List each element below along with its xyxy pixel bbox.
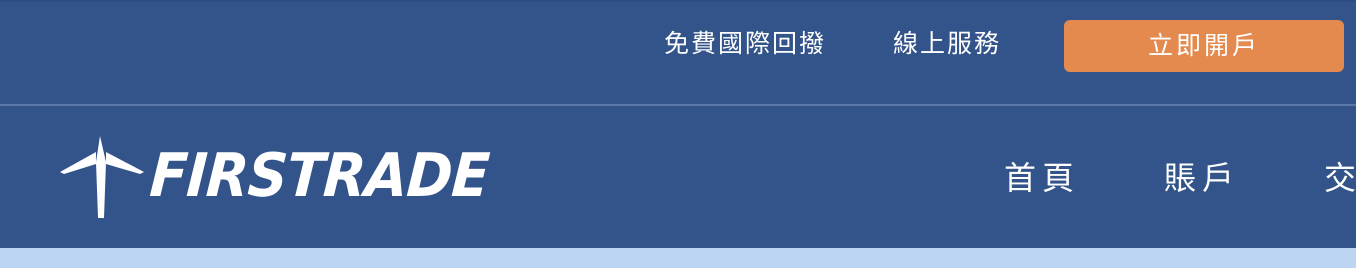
- content-area-top-strip: [0, 248, 1356, 268]
- main-navigation-bar: FIRSTRADE 首頁 賬戶 交: [0, 106, 1356, 248]
- nav-item-home[interactable]: 首頁: [1004, 156, 1080, 200]
- open-account-button[interactable]: 立即開戶: [1064, 20, 1344, 72]
- free-international-callback-link[interactable]: 免費國際回撥: [664, 26, 826, 62]
- nav-item-trade[interactable]: 交: [1324, 156, 1356, 200]
- top-utility-bar: 免費國際回撥 線上服務 立即開戶: [0, 0, 1356, 104]
- firstrade-logo[interactable]: FIRSTRADE: [58, 134, 491, 218]
- logo-wordmark: FIRSTRADE: [147, 141, 491, 211]
- online-service-link[interactable]: 線上服務: [893, 26, 1001, 62]
- nav-item-account[interactable]: 賬戶: [1164, 156, 1240, 200]
- firstrade-arrow-logo-icon: [58, 134, 148, 218]
